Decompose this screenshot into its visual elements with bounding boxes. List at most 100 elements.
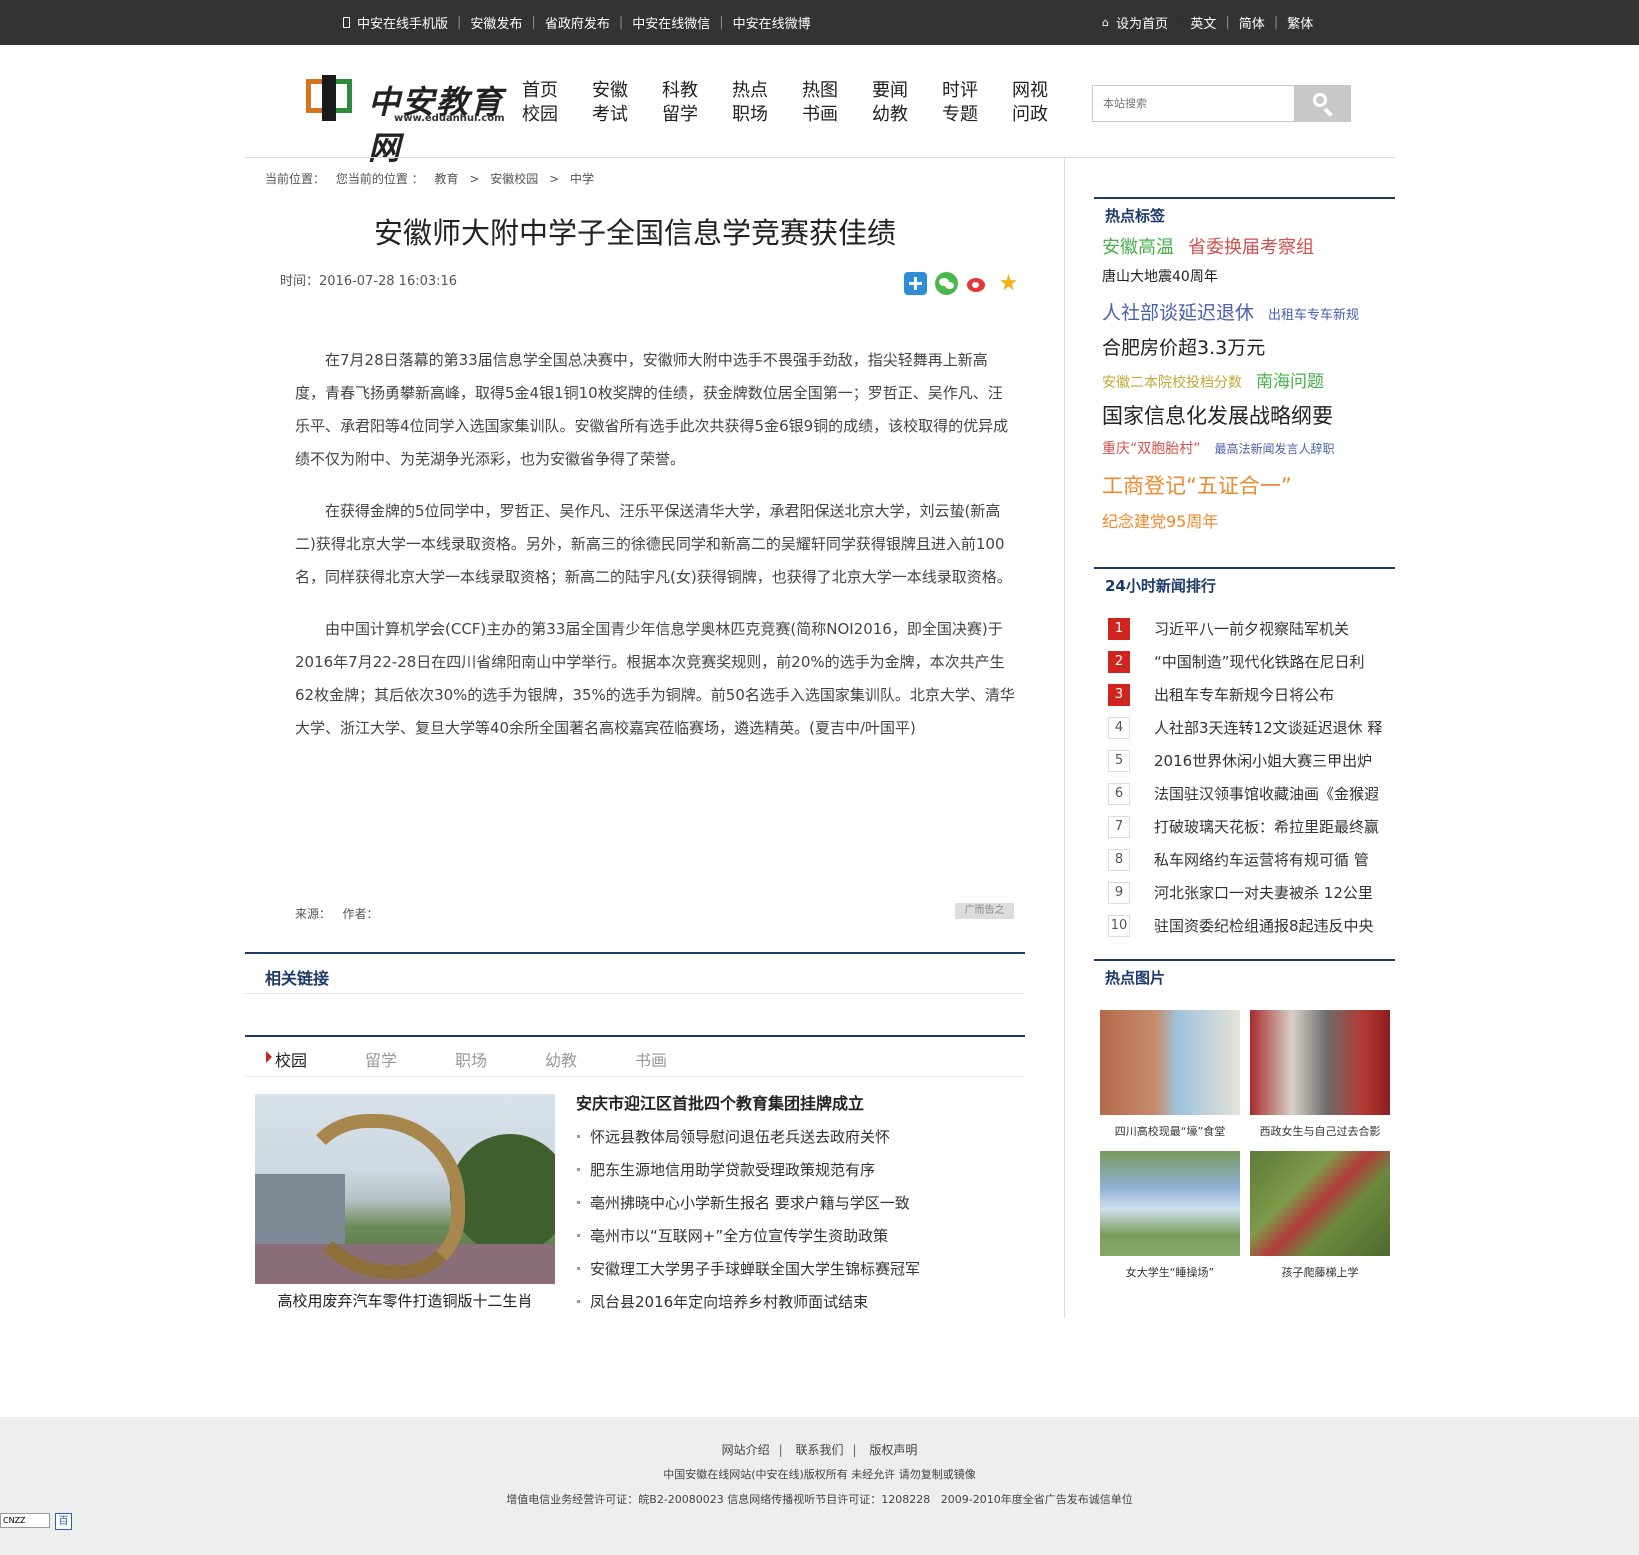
campus-news-list: 安庆市迎江区首批四个教育集团挂牌成立 怀远县教体局领导慰问退伍老兵送去政府关怀 …	[576, 1092, 1006, 1323]
share-more-icon[interactable]	[904, 272, 927, 295]
rank-title[interactable]: 2016世界休闲小姐大赛三甲出炉	[1154, 750, 1372, 771]
hot-pic-image[interactable]	[1250, 1010, 1390, 1115]
nav-news[interactable]: 要闻	[872, 80, 908, 101]
hot-tag[interactable]: 最高法新闻发言人辞职	[1215, 442, 1335, 456]
tab-calligraphy[interactable]: 书画	[635, 1047, 667, 1071]
tab-career[interactable]: 职场	[455, 1047, 487, 1071]
top-link-mobile[interactable]: 中安在线手机版	[357, 13, 448, 32]
campus-featured-caption[interactable]: 高校用废弃汽车零件打造铜版十二生肖	[255, 1290, 555, 1311]
hot-pic-caption[interactable]: 四川高校现最“壕”食堂	[1100, 1123, 1240, 1139]
hot-pic-caption[interactable]: 女大学生“睡操场”	[1100, 1264, 1240, 1280]
rank-item[interactable]: 5 2016世界休闲小姐大赛三甲出炉	[1108, 744, 1398, 777]
nav-special[interactable]: 专题	[942, 104, 978, 125]
breadcrumb-middle-school[interactable]: 中学	[570, 172, 594, 186]
nav-anhui[interactable]: 安徽	[592, 80, 628, 101]
rank-title[interactable]: 出租车专车新规今日将公布	[1154, 684, 1334, 705]
hot-pic-image[interactable]	[1100, 1151, 1240, 1256]
baidu-paw-icon[interactable]: 百	[55, 1513, 72, 1530]
hot-tag[interactable]: 人社部谈延迟退休	[1102, 302, 1254, 324]
breadcrumb-anhui-campus[interactable]: 安徽校园	[490, 172, 538, 186]
nav-hot[interactable]: 热点	[732, 80, 768, 101]
hot-tag[interactable]: 唐山大地震40周年	[1102, 269, 1218, 285]
rank-item[interactable]: 2 “中国制造”现代化铁路在尼日利	[1108, 645, 1398, 678]
nav-study-abroad[interactable]: 留学	[662, 104, 698, 125]
ad-label[interactable]: 广而告之	[955, 903, 1014, 919]
nav-hot-pics[interactable]: 热图	[802, 80, 838, 101]
hot-tag[interactable]: 出租车专车新规	[1268, 308, 1359, 323]
rank-title[interactable]: 打破玻璃天花板：希拉里距最终赢	[1154, 816, 1379, 837]
top-link-anhui-release[interactable]: 安徽发布	[470, 13, 522, 32]
nav-campus[interactable]: 校园	[522, 104, 558, 125]
weibo-icon[interactable]	[966, 272, 989, 295]
hot-pic-image[interactable]	[1100, 1010, 1240, 1115]
hot-pic-item[interactable]: 四川高校现最“壕”食堂	[1100, 1010, 1240, 1139]
list-item[interactable]: 凤台县2016年定向培养乡村教师面试结束	[576, 1290, 1006, 1323]
rank-item[interactable]: 8 私车网络约车运营将有规可循 管	[1108, 843, 1398, 876]
tab-study-abroad[interactable]: 留学	[365, 1047, 397, 1071]
rank-title[interactable]: “中国制造”现代化铁路在尼日利	[1154, 651, 1365, 672]
search-input[interactable]	[1093, 86, 1293, 121]
rank-item[interactable]: 10 驻国资委纪检组通报8起违反中央	[1108, 909, 1398, 942]
nav-calligraphy[interactable]: 书画	[802, 104, 838, 125]
rank-title[interactable]: 私车网络约车运营将有规可循 管	[1154, 849, 1369, 870]
set-homepage-link[interactable]: 设为首页	[1116, 13, 1168, 32]
hot-pic-image[interactable]	[1250, 1151, 1390, 1256]
search-button[interactable]	[1294, 86, 1351, 121]
tab-preschool[interactable]: 幼教	[545, 1047, 577, 1071]
footer-contact-link[interactable]: 联系我们	[795, 1443, 843, 1457]
footer-copyright-link[interactable]: 版权声明	[869, 1443, 917, 1457]
rank-title[interactable]: 法国驻汉领事馆收藏油画《金猴遐	[1154, 783, 1379, 804]
rank-title[interactable]: 驻国资委纪检组通报8起违反中央	[1154, 915, 1374, 936]
list-item[interactable]: 亳州拂晓中心小学新生报名 要求户籍与学区一致	[576, 1191, 1006, 1224]
hot-tag[interactable]: 省委换届考察组	[1188, 237, 1314, 258]
list-item[interactable]: 肥东生源地信用助学贷款受理政策规范有序	[576, 1158, 1006, 1191]
wechat-icon[interactable]	[935, 272, 958, 295]
nav-commentary[interactable]: 时评	[942, 80, 978, 101]
hot-pic-item[interactable]: 女大学生“睡操场”	[1100, 1151, 1240, 1280]
rank-title[interactable]: 习近平八一前夕视察陆军机关	[1154, 618, 1349, 639]
simplified-link[interactable]: 简体	[1239, 13, 1265, 32]
hot-tag[interactable]: 纪念建党95周年	[1102, 512, 1218, 531]
hot-pic-item[interactable]: 孩子爬藤梯上学	[1250, 1151, 1390, 1280]
hot-tag[interactable]: 合肥房价超3.3万元	[1102, 337, 1265, 359]
rank-item[interactable]: 9 河北张家口一对夫妻被杀 12公里	[1108, 876, 1398, 909]
traditional-link[interactable]: 繁体	[1287, 13, 1313, 32]
footer-about-link[interactable]: 网站介绍	[722, 1443, 770, 1457]
hot-pic-item[interactable]: 西政女生与自己过去合影	[1250, 1010, 1390, 1139]
nav-science[interactable]: 科教	[662, 80, 698, 101]
cnzz-badge[interactable]: CNZZ	[0, 1513, 50, 1528]
english-link[interactable]: 英文	[1190, 13, 1216, 32]
hot-tag[interactable]: 工商登记“五证合一”	[1102, 474, 1292, 498]
hot-tag[interactable]: 南海问题	[1256, 372, 1324, 392]
breadcrumb-education[interactable]: 教育	[435, 172, 459, 186]
rank-title[interactable]: 人社部3天连转12文谈延迟退休 释	[1154, 717, 1382, 738]
rank-item[interactable]: 3 出租车专车新规今日将公布	[1108, 678, 1398, 711]
tab-campus[interactable]: 校园	[275, 1047, 307, 1071]
hot-pic-caption[interactable]: 西政女生与自己过去合影	[1250, 1123, 1390, 1139]
nav-exam[interactable]: 考试	[592, 104, 628, 125]
list-item[interactable]: 亳州市以“互联网+”全方位宣传学生资助政策	[576, 1224, 1006, 1257]
top-link-gov-release[interactable]: 省政府发布	[545, 13, 610, 32]
nav-inquiry[interactable]: 问政	[1012, 104, 1048, 125]
qzone-star-icon[interactable]: ★	[997, 272, 1020, 295]
campus-featured-image[interactable]	[255, 1094, 555, 1284]
top-link-wechat[interactable]: 中安在线微信	[632, 13, 710, 32]
list-item[interactable]: 安徽理工大学男子手球蝉联全国大学生锦标赛冠军	[576, 1257, 1006, 1290]
nav-career[interactable]: 职场	[732, 104, 768, 125]
hot-tag[interactable]: 国家信息化发展战略纲要	[1102, 404, 1333, 428]
nav-home[interactable]: 首页	[522, 80, 558, 101]
rank-title[interactable]: 河北张家口一对夫妻被杀 12公里	[1154, 882, 1373, 903]
rank-item[interactable]: 1 习近平八一前夕视察陆军机关	[1108, 612, 1398, 645]
nav-preschool[interactable]: 幼教	[872, 104, 908, 125]
list-item[interactable]: 怀远县教体局领导慰问退伍老兵送去政府关怀	[576, 1125, 1006, 1158]
rank-item[interactable]: 6 法国驻汉领事馆收藏油画《金猴遐	[1108, 777, 1398, 810]
top-link-weibo[interactable]: 中安在线微博	[733, 13, 811, 32]
campus-headline[interactable]: 安庆市迎江区首批四个教育集团挂牌成立	[576, 1092, 1006, 1125]
rank-item[interactable]: 7 打破玻璃天花板：希拉里距最终赢	[1108, 810, 1398, 843]
nav-video[interactable]: 网视	[1012, 80, 1048, 101]
hot-tag[interactable]: 安徽二本院校投档分数	[1102, 375, 1242, 391]
hot-pic-caption[interactable]: 孩子爬藤梯上学	[1250, 1264, 1390, 1280]
rank-item[interactable]: 4 人社部3天连转12文谈延迟退休 释	[1108, 711, 1398, 744]
hot-tag[interactable]: 重庆“双胞胎村”	[1102, 441, 1201, 457]
hot-tag[interactable]: 安徽高温	[1102, 237, 1174, 258]
